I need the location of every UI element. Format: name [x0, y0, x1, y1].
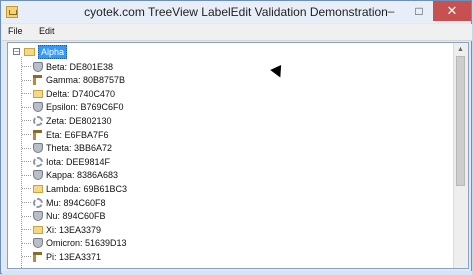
- root-label-edit[interactable]: Alpha: [38, 44, 68, 59]
- folder-icon: [33, 225, 43, 234]
- tree-connector: [22, 120, 31, 122]
- tree-node-label: Xi: 13EA3379: [46, 224, 102, 235]
- tree-node[interactable]: Kappa: 8386A683: [22, 169, 118, 182]
- minimize-button[interactable]: –: [377, 1, 405, 21]
- scroll-thumb[interactable]: [456, 56, 465, 186]
- vertical-scrollbar[interactable]: ▲: [453, 43, 468, 268]
- tree-connector: [22, 147, 31, 149]
- status-bar: [2, 271, 472, 275]
- hammer-icon: [33, 251, 43, 262]
- tree-node[interactable]: Beta: DE801E38: [22, 60, 113, 73]
- shield-icon: [33, 102, 43, 113]
- shield-icon: [33, 143, 43, 154]
- tree-node[interactable]: Pi: 13EA3371: [22, 250, 101, 263]
- tree-node-label: Iota: DEE9814F: [46, 156, 111, 167]
- tree-node[interactable]: Iota: DEE9814F: [22, 155, 110, 168]
- tree-connector: [22, 134, 31, 135]
- tree-connector: [22, 188, 31, 190]
- tree-node-label: Nu: 894C60FB: [46, 211, 106, 222]
- tree-node[interactable]: Theta: 3BB6A72: [22, 142, 112, 155]
- title-bar[interactable]: cyotek.com TreeView LabelEdit Validation…: [1, 1, 471, 23]
- gears-icon: [33, 197, 43, 208]
- collapse-icon[interactable]: –: [13, 48, 20, 55]
- tree-connector: [22, 202, 31, 203]
- tree-node[interactable]: Xi: 13EA3379: [22, 223, 101, 236]
- tree-node-label: Beta: DE801E38: [46, 61, 114, 72]
- tree-view[interactable]: – Alpha Beta: DE801E38 Gamma: 80B8757B Del…: [7, 42, 469, 269]
- tree-node[interactable]: Eta: E6FBA7F6: [22, 128, 109, 141]
- folder-icon: [33, 184, 43, 193]
- shield-icon: [33, 61, 43, 72]
- tree-node[interactable]: Gamma: 80B8757B: [22, 74, 125, 87]
- tree-connector: [22, 229, 31, 231]
- tree-node[interactable]: Lambda: 69B61BC3: [22, 182, 127, 195]
- tree-node[interactable]: Mu: 894C60F8: [22, 196, 106, 209]
- tree-connector: [22, 79, 31, 81]
- tree-node-label: Delta: D740C470: [46, 88, 116, 99]
- close-button[interactable]: ✕: [433, 1, 471, 21]
- tree-connector: [22, 161, 31, 163]
- shield-icon: [33, 170, 43, 181]
- tree-node-label: Theta: 3BB6A72: [46, 143, 113, 154]
- tree-node-label: Lambda: 69B61BC3: [46, 183, 128, 194]
- tree-node[interactable]: Epsilon: B769C6F0: [22, 101, 124, 114]
- tree-node-label: Zeta: DE802130: [46, 115, 112, 126]
- scroll-up-icon[interactable]: ▲: [457, 46, 464, 53]
- tree-node-label: Pi: 13EA3371: [46, 251, 102, 262]
- tree-connector: [22, 174, 31, 176]
- shield-icon: [33, 211, 43, 222]
- app-window: cyotek.com TreeView LabelEdit Validation…: [0, 0, 472, 275]
- tree-connector: [22, 242, 31, 244]
- tree-connector: [22, 66, 31, 67]
- gears-icon: [33, 156, 43, 167]
- tree-connector: [22, 93, 31, 95]
- hammer-icon: [33, 129, 43, 140]
- tree-node[interactable]: Nu: 894C60FB: [22, 210, 106, 223]
- menu-file[interactable]: File: [8, 26, 23, 36]
- tree-connector: [22, 256, 31, 258]
- tree-node[interactable]: Omicron: 51639D13: [22, 237, 127, 250]
- tree-node-label: Mu: 894C60F8: [46, 197, 106, 208]
- menu-edit[interactable]: Edit: [39, 26, 55, 36]
- tree-connector: [22, 106, 31, 108]
- shield-icon: [33, 238, 43, 249]
- tree-node-label: Gamma: 80B8757B: [46, 75, 126, 86]
- tree-node[interactable]: Delta: D740C470: [22, 87, 115, 100]
- tree-node-label: Omicron: 51639D13: [46, 238, 127, 249]
- tree-connector: [22, 215, 31, 217]
- menu-bar: File Edit: [2, 24, 472, 41]
- maximize-button[interactable]: □: [405, 1, 433, 21]
- tree-node-label: Kappa: 8386A683: [46, 170, 119, 181]
- tree-node[interactable]: Zeta: DE802130: [22, 114, 112, 127]
- tree-node-label: Epsilon: B769C6F0: [46, 102, 124, 113]
- tree-node-label: Eta: E6FBA7F6: [46, 129, 109, 140]
- folder-icon: [33, 89, 43, 98]
- folder-icon: [24, 47, 35, 56]
- hammer-icon: [33, 75, 43, 86]
- gears-icon: [33, 115, 43, 126]
